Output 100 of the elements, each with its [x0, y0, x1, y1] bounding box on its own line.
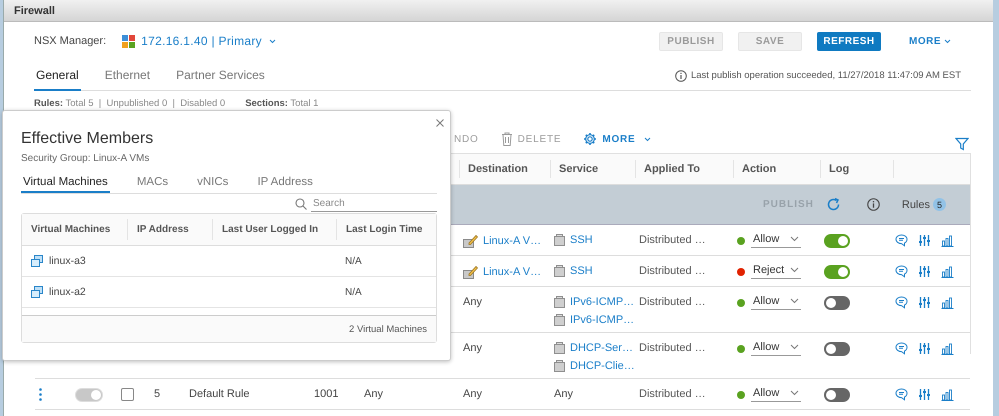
column-header: Destination — [468, 163, 528, 175]
service-icon — [554, 265, 565, 277]
destination-link[interactable]: Linux-A V… — [483, 266, 542, 278]
chevron-icon — [268, 38, 276, 44]
destination-cell: Any — [463, 296, 482, 308]
tab[interactable]: Partner Services — [174, 62, 267, 90]
tab[interactable]: General — [34, 62, 81, 90]
comment-icon[interactable] — [895, 342, 908, 355]
sliders-icon[interactable] — [918, 234, 931, 247]
tab[interactable]: Ethernet — [102, 62, 152, 90]
service-link[interactable]: SSH — [570, 234, 593, 246]
column-header: Virtual Machines — [31, 224, 110, 235]
refresh-icon[interactable] — [826, 197, 841, 212]
edit-group-icon — [463, 234, 478, 248]
applied-to-cell: Distributed … — [639, 388, 706, 400]
chevron-icon — [790, 344, 799, 350]
bar-chart-icon[interactable] — [941, 342, 954, 355]
vm-count: 2 Virtual Machines — [349, 324, 427, 334]
more-menu-button[interactable]: MORE — [899, 32, 961, 50]
row-checkbox[interactable] — [121, 388, 134, 401]
service-link[interactable]: IPv6-ICMP… — [570, 314, 634, 326]
toolbar-button[interactable]: MORE — [583, 132, 651, 146]
sliders-icon[interactable] — [918, 265, 931, 278]
service-link[interactable]: SSH — [570, 265, 593, 277]
action-dropdown[interactable]: Allow — [751, 233, 801, 248]
bar-chart-icon[interactable] — [941, 296, 954, 309]
stat-text: Rules: Total 5 | Unpublished 0 | Disabled 0 — [34, 98, 226, 111]
publish-status: Last publish operation succeeded, 11/27/2018 11:47:09 AM EST — [690, 70, 962, 81]
sliders-icon[interactable] — [918, 388, 931, 401]
virtual-machine-icon — [31, 255, 43, 267]
vm-name: linux-a2 — [49, 286, 86, 298]
chevron-icon — [790, 390, 799, 396]
sliders-icon[interactable] — [918, 296, 931, 309]
tab[interactable]: Virtual Machines — [21, 173, 110, 193]
close-icon[interactable] — [436, 119, 444, 127]
action-dropdown[interactable]: Allow — [751, 295, 801, 310]
chevron-icon — [944, 38, 951, 44]
column-header: Service — [559, 163, 598, 175]
chevron-icon — [790, 267, 799, 273]
tab[interactable]: vNICs — [195, 173, 230, 193]
info-icon — [674, 70, 687, 82]
service-icon — [554, 314, 565, 326]
rule-toggle[interactable] — [75, 388, 103, 402]
login-time-cell: N/A — [345, 256, 362, 266]
tab[interactable]: IP Address — [255, 173, 315, 193]
applied-to-cell: Distributed … — [639, 265, 706, 277]
grid-icon — [122, 34, 136, 48]
log-toggle[interactable] — [824, 265, 850, 279]
bar-chart-icon[interactable] — [941, 265, 954, 278]
header-button[interactable]: SAVE — [738, 32, 802, 50]
popover-title: Effective Members — [21, 130, 154, 148]
comment-icon[interactable] — [895, 234, 908, 247]
comment-icon[interactable] — [895, 265, 908, 278]
log-toggle[interactable] — [824, 296, 850, 310]
info-icon[interactable] — [866, 198, 880, 211]
search-icon — [295, 198, 307, 210]
log-toggle[interactable] — [824, 234, 850, 248]
chevron-icon — [790, 236, 799, 242]
sliders-icon[interactable] — [918, 342, 931, 355]
vm-name: linux-a3 — [49, 255, 86, 267]
tab[interactable]: MACs — [134, 173, 170, 193]
bar-chart-icon[interactable] — [941, 234, 954, 247]
virtual-machine-icon — [31, 286, 43, 298]
login-time-cell: N/A — [345, 286, 362, 298]
destination-link[interactable]: Linux-A V… — [483, 235, 542, 247]
window-title: Firewall — [14, 4, 55, 16]
comment-icon[interactable] — [895, 388, 908, 401]
drag-handle-icon[interactable] — [39, 388, 42, 401]
log-toggle[interactable] — [824, 342, 850, 356]
column-header: Last Login Time — [346, 224, 422, 235]
manager-dropdown[interactable]: 172.16.1.40 | Primary — [141, 34, 276, 48]
settings-icon — [583, 132, 598, 146]
rules-label: Rules — [902, 198, 930, 210]
log-toggle[interactable] — [824, 388, 850, 402]
stat-text: Sections: Total 1 — [245, 98, 318, 111]
column-header: Log — [829, 163, 850, 175]
service-link[interactable]: DHCP-Clie… — [570, 360, 635, 372]
service-link[interactable]: DHCP-Ser… — [570, 342, 633, 354]
comment-icon[interactable] — [895, 296, 908, 309]
popover-subtitle: Security Group: Linux-A VMs — [21, 153, 150, 164]
action-dropdown[interactable]: Allow — [751, 341, 801, 356]
destination-cell: Any — [463, 342, 482, 354]
bar-chart-icon[interactable] — [941, 388, 954, 401]
rules-count-badge: 5 — [933, 198, 946, 211]
column-header: Action — [742, 163, 776, 175]
applied-to-cell: Distributed … — [639, 342, 706, 354]
service-icon — [554, 342, 565, 354]
filter-icon[interactable] — [955, 137, 969, 151]
edit-group-icon — [463, 265, 478, 279]
column-header: Applied To — [644, 163, 700, 175]
chevron-icon — [644, 136, 651, 142]
header-button[interactable]: PUBLISH — [659, 32, 723, 50]
action-dropdown[interactable]: Reject — [751, 264, 801, 279]
service-link[interactable]: IPv6-ICMP… — [570, 296, 634, 308]
action-dropdown[interactable]: Allow — [751, 387, 801, 402]
service-cell: Any — [554, 388, 573, 400]
chevron-icon — [790, 298, 799, 304]
header-button[interactable]: REFRESH — [817, 32, 881, 50]
applied-to-cell: Distributed … — [639, 234, 706, 246]
trash-icon — [500, 132, 513, 146]
